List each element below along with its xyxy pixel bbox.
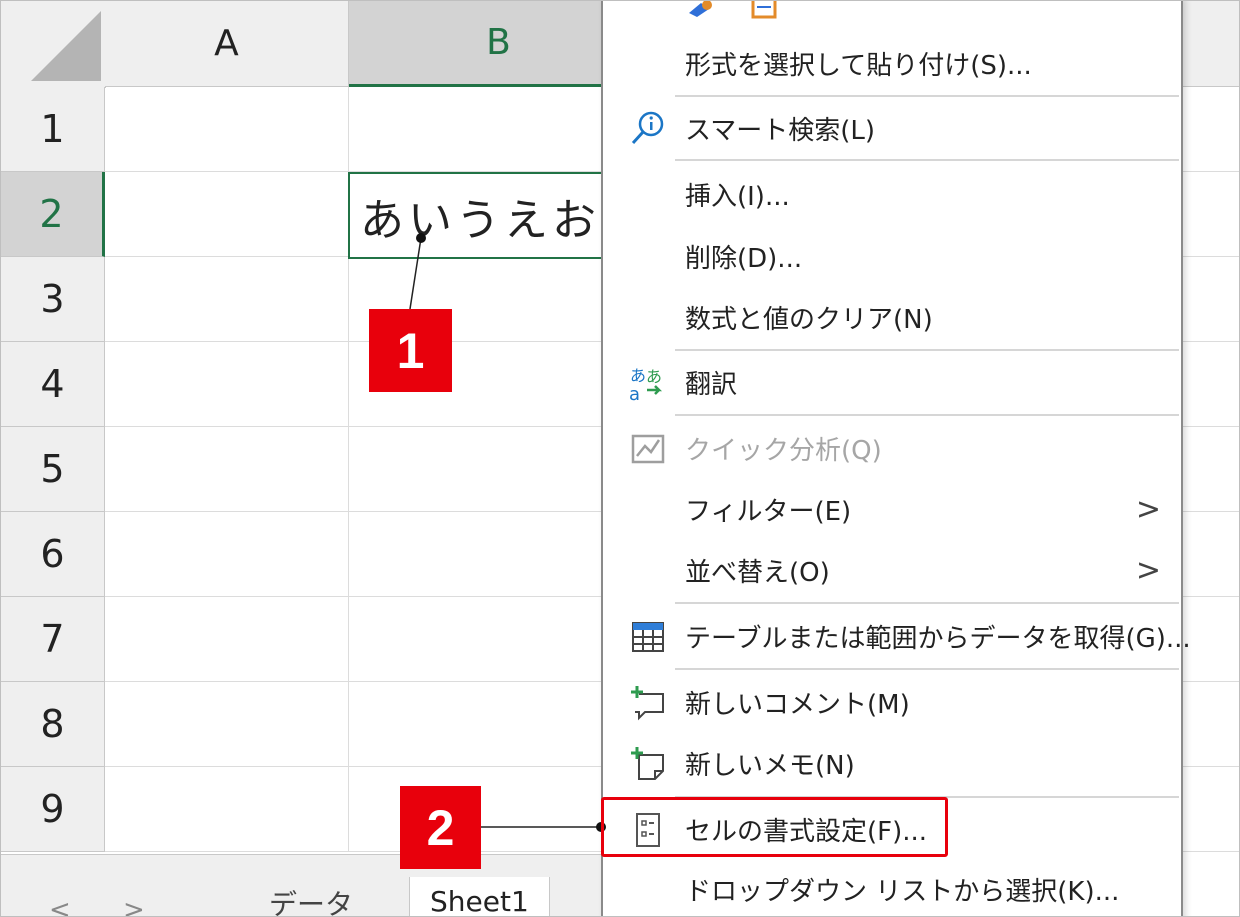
translate-icon: あ a あ [629,366,663,402]
grid-cell[interactable] [1179,427,1239,512]
row-header-8[interactable]: 8 [1,682,105,767]
grid-cell[interactable] [105,427,349,512]
row-header-6[interactable]: 6 [1,512,105,597]
menu-item-delete[interactable]: 削除(D)... [603,226,1181,286]
menu-item-quick-analysis: クイック分析(Q) [603,418,1181,478]
row-header-2[interactable]: 2 [1,172,105,257]
callout-badge-1: 1 [369,309,452,392]
grid-cell[interactable] [1179,87,1239,172]
menu-item-new-note[interactable]: 新しいメモ(N) [603,733,1181,793]
menu-item-get-data-from-table[interactable]: テーブルまたは範囲からデータを取得(G)... [603,606,1191,666]
new-note-icon [631,747,664,780]
callout-badge-2: 2 [400,786,481,869]
menu-label-new-comment: 新しいコメント(M) [685,689,910,720]
grid-cell[interactable] [105,767,349,852]
menu-label-smart-lookup: スマート検索(L) [685,115,875,146]
smart-lookup-icon [631,111,664,145]
grid-cell[interactable] [1179,342,1239,427]
grid-cell[interactable] [1179,172,1239,257]
menu-item-pick-from-dropdown[interactable]: ドロップダウン リストから選択(K)... [603,859,1181,916]
menu-label-new-note: 新しいメモ(N) [685,750,855,781]
menu-separator [675,414,1179,416]
grid-cell[interactable] [105,342,349,427]
spreadsheet-window: A B 1 2 3 4 5 6 7 8 9 あいうえお < > データ Shee… [0,0,1240,917]
menu-label-insert: 挿入(I)... [685,181,790,212]
tab-scroll-right-icon[interactable]: > [123,895,145,916]
grid-cell[interactable] [105,512,349,597]
svg-text:あ: あ [630,366,646,385]
menu-item-smart-lookup[interactable]: スマート検索(L) [603,98,1181,158]
grid-cell[interactable] [105,682,349,767]
menu-separator [675,668,1179,670]
select-all-triangle-icon [31,11,101,81]
menu-item-insert[interactable]: 挿入(I)... [603,164,1181,224]
menu-item-translate[interactable]: あ a あ 翻訳 [603,352,1181,412]
row-header-3[interactable]: 3 [1,257,105,342]
grid-cell[interactable] [1179,682,1239,767]
select-all-corner[interactable] [1,1,106,88]
row-header-7[interactable]: 7 [1,597,105,682]
new-comment-icon [631,686,664,721]
sheet-tab-sheet1[interactable]: Sheet1 [409,877,550,916]
grid-cell[interactable] [105,172,349,257]
context-menu: 形式を選択して貼り付け(S)... スマート検索(L) 挿入(I)... 削除(… [601,0,1191,916]
menu-label-clear-contents: 数式と値のクリア(N) [685,304,933,335]
menu-separator [675,349,1179,351]
sheet-tab-bar: < > データ Sheet1 [1,854,605,916]
menu-label-sort: 並べ替え(O) [685,557,830,588]
menu-item-sort[interactable]: 並べ替え(O) > [603,540,1181,600]
menu-item-clear-contents[interactable]: 数式と値のクリア(N) [603,287,1181,347]
menu-label-translate: 翻訳 [685,369,738,400]
row-header-1[interactable]: 1 [1,87,105,172]
menu-label-filter: フィルター(E) [685,496,852,527]
menu-separator [675,159,1179,161]
paste-options-icons[interactable] [687,0,797,21]
table-icon [632,622,664,652]
grid-cell[interactable] [1179,257,1239,342]
menu-separator [675,95,1179,97]
tab-scroll-left-icon[interactable]: < [49,895,71,916]
grid-cell[interactable] [105,597,349,682]
menu-label-quick-analysis: クイック分析(Q) [685,435,882,466]
menu-item-new-comment[interactable]: 新しいコメント(M) [603,672,1181,732]
svg-text:a: a [629,384,640,402]
menu-item-paste-special[interactable]: 形式を選択して貼り付け(S)... [603,33,1181,93]
menu-separator [675,602,1179,604]
sheet-tab-data[interactable]: データ [249,883,373,916]
grid-cell[interactable] [105,257,349,342]
quick-analysis-icon [631,434,665,464]
submenu-chevron-icon: > [1135,552,1161,588]
menu-label-get-data-from-table: テーブルまたは範囲からデータを取得(G)... [685,623,1191,654]
grid-cell[interactable] [105,87,349,172]
column-header-c[interactable] [1179,1,1239,87]
menu-label-delete: 削除(D)... [685,243,803,274]
row-header-4[interactable]: 4 [1,342,105,427]
submenu-chevron-icon: > [1135,491,1161,527]
row-header-5[interactable]: 5 [1,427,105,512]
menu-label-pick-from-dropdown: ドロップダウン リストから選択(K)... [685,876,1120,907]
column-header-a[interactable]: A [105,1,349,87]
grid-cell[interactable] [1179,767,1239,852]
menu-label-paste-special: 形式を選択して貼り付け(S)... [685,50,1032,81]
format-cells-highlight [601,797,948,857]
grid-cell[interactable] [1179,512,1239,597]
svg-text:あ: あ [646,367,662,386]
menu-item-filter[interactable]: フィルター(E) > [603,479,1181,539]
row-header-9[interactable]: 9 [1,767,105,852]
